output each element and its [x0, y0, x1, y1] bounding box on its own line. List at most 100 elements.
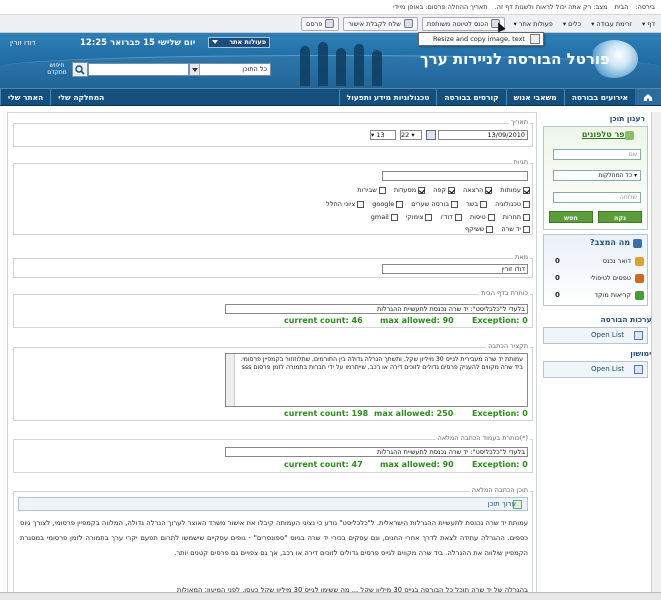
status-row[interactable]: טפסים לטיפולי 0 [547, 271, 644, 285]
edit-form: תאריך 13/09/2010 22 ▾ ▾ 13 תגיות עמותות ה… [7, 112, 537, 600]
vertical-scrollbar[interactable] [651, 112, 661, 592]
checkbox-icon[interactable] [523, 225, 530, 233]
phonebook-ext-input[interactable]: שלוחה [553, 192, 641, 203]
tag-label: google [372, 200, 395, 208]
homepage-max-allowed: max allowed: 90 [380, 316, 454, 325]
checkbox-icon[interactable] [425, 213, 433, 221]
home-nav-button[interactable] [635, 89, 661, 105]
checkbox-icon[interactable] [454, 213, 462, 221]
summary-textarea[interactable]: עמותת יד שרה מעבירית לגייס 30 מיליון שקל… [225, 353, 528, 407]
shared-draft-button[interactable]: הכנס לטיוטה משותפת [421, 16, 506, 31]
search-scope-select[interactable]: כל התוכן [189, 63, 271, 76]
search-button[interactable] [72, 62, 88, 77]
phonebook-name-input[interactable]: שם [553, 149, 641, 160]
status-item-icon [635, 256, 644, 266]
tag-checkbox[interactable]: בשר [466, 200, 488, 208]
checkbox-icon[interactable] [480, 200, 488, 208]
full-title-label: (*)כותרת בעמוד הכתבה המלאה [435, 434, 530, 442]
checkbox-icon[interactable] [523, 213, 530, 221]
advanced-search-link[interactable]: חיפוש מתקדם [44, 62, 70, 76]
homepage-title-label: כותרת בדף הבית [479, 289, 530, 297]
tooltip: Resize and copy image, text [418, 32, 544, 46]
tag-checkbox[interactable]: google [372, 200, 404, 208]
publish-icon [325, 19, 335, 28]
checkbox-icon[interactable] [390, 213, 398, 221]
tag-checkbox[interactable]: ציוני החלל [326, 200, 365, 208]
homepage-title-input[interactable]: בלעדי ל"כלכליסט": יד שרה נכנסת לתעשיית ה… [225, 304, 528, 314]
full-title-input[interactable]: בלעדי ל"כלכליסט": יד שרה נכנסת לתעשיית ה… [225, 447, 528, 457]
nav-item-events[interactable]: אירועים בבורסה [563, 89, 635, 105]
checkbox-icon[interactable] [485, 186, 493, 194]
hour-select[interactable]: ▾ 13 [370, 130, 396, 140]
phonebook-search-button[interactable]: חפש [549, 211, 593, 223]
main-nav: אירועים בבורסה משאבי אנוש קורסים בבורסה … [0, 88, 661, 106]
toolbar-menu-tools[interactable]: כלים ▾ [561, 19, 583, 29]
tags-label: תגיות [511, 158, 530, 166]
phonebook-dept-select[interactable]: ▾ כל המחלקות [553, 170, 641, 181]
tags-input[interactable] [382, 171, 528, 181]
checkbox-icon[interactable] [523, 200, 530, 208]
tag-checkbox[interactable]: טיסות [470, 213, 495, 221]
status-row[interactable]: קריאות מוקד 0 [547, 288, 644, 302]
tag-checkbox[interactable]: עמותות [500, 186, 530, 194]
nav-item-my-site[interactable]: האתר שלי [0, 89, 50, 105]
full-title-max-allowed: max allowed: 90 [380, 460, 454, 469]
user-name[interactable]: דודו זורין [10, 39, 35, 47]
checkbox-icon[interactable] [396, 200, 404, 208]
horizontal-scrollbar[interactable] [0, 592, 661, 600]
tag-label: טיסות [469, 213, 486, 221]
tags-row-2: טכנולוגיה בשר בורסה שערים google ציוני החלל [318, 200, 530, 208]
status-row[interactable]: דואר נכנס 0 [547, 254, 644, 268]
tag-label: ציוני החלל [326, 200, 356, 208]
author-input[interactable]: דודו זורין [382, 264, 528, 274]
tag-checkbox[interactable]: תחרות [503, 213, 530, 221]
search-scope-value: כל התוכן [242, 65, 267, 73]
checkbox-icon[interactable] [486, 225, 494, 233]
checkbox-icon[interactable] [451, 200, 459, 208]
day-select[interactable]: 22 ▾ [400, 130, 422, 140]
tag-checkbox[interactable]: gmail [371, 213, 398, 221]
clear-button[interactable]: נקה [598, 211, 642, 223]
tag-label: תחרות [502, 213, 521, 221]
tag-checkbox[interactable]: שבירות [357, 186, 386, 194]
tag-checkbox[interactable]: מסעדות [394, 186, 426, 194]
page-status-text: מצב: רק אתה יכול לראות ולשנות דף זה. [494, 3, 608, 11]
edit-content-link[interactable]: ערוך תוכן [488, 500, 516, 508]
tag-checkbox[interactable]: יד שרה [501, 225, 530, 233]
nav-item-it[interactable]: טכנולוגיות מידע ותפעול [338, 89, 437, 105]
textarea-scrollbar[interactable] [226, 354, 235, 406]
checkbox-icon[interactable] [357, 200, 365, 208]
nav-item-my-department[interactable]: המחלקה שלי [50, 89, 111, 105]
toolbar-menu-site-actions[interactable]: פעולות אתר ▾ [511, 19, 554, 29]
tag-checkbox[interactable]: בורסה שערים [411, 200, 459, 208]
publish-button[interactable]: פרסם [301, 16, 340, 31]
send-for-approval-button[interactable]: שלח לקבלת אישור [343, 16, 418, 31]
tag-checkbox[interactable]: טכנולוגיה [495, 200, 530, 208]
search-input[interactable] [88, 63, 189, 76]
checkbox-icon[interactable] [378, 186, 386, 194]
tag-checkbox[interactable]: ששיקף [465, 225, 494, 233]
list-icon [634, 331, 643, 340]
tag-checkbox[interactable]: דוד'ו [440, 213, 462, 221]
checkbox-icon[interactable] [448, 186, 456, 194]
breadcrumb-label: בירסה: [635, 3, 655, 11]
tag-checkbox[interactable]: הרצאה [463, 186, 493, 194]
shimushon-open-list[interactable]: Open List [543, 361, 648, 378]
checkbox-icon[interactable] [487, 213, 495, 221]
search-icon [75, 64, 85, 75]
toolbar-menu-page[interactable]: דף ▾ [640, 19, 657, 29]
nav-item-hr[interactable]: משאבי אנוש [505, 89, 564, 105]
homepage-exception: Exception: 0 [472, 316, 528, 325]
tag-checkbox[interactable]: קפה [433, 186, 456, 194]
home-link[interactable]: הבית [615, 3, 629, 11]
homepage-current-count: current count: 46 [284, 316, 363, 325]
toolbar-menu-workflow[interactable]: זרימת עבודה ▾ [589, 19, 634, 29]
status-row-label: דואר נכנס [602, 257, 631, 265]
calendar-icon[interactable] [426, 130, 436, 140]
tag-checkbox[interactable]: צימוקי [406, 213, 433, 221]
date-input[interactable]: 13/09/2010 [438, 130, 528, 140]
checkbox-icon[interactable] [418, 186, 426, 194]
nav-item-courses[interactable]: קורסים בבורסה [436, 89, 505, 105]
checkbox-icon[interactable] [523, 186, 530, 194]
exchange-open-list[interactable]: Open List [543, 327, 648, 344]
